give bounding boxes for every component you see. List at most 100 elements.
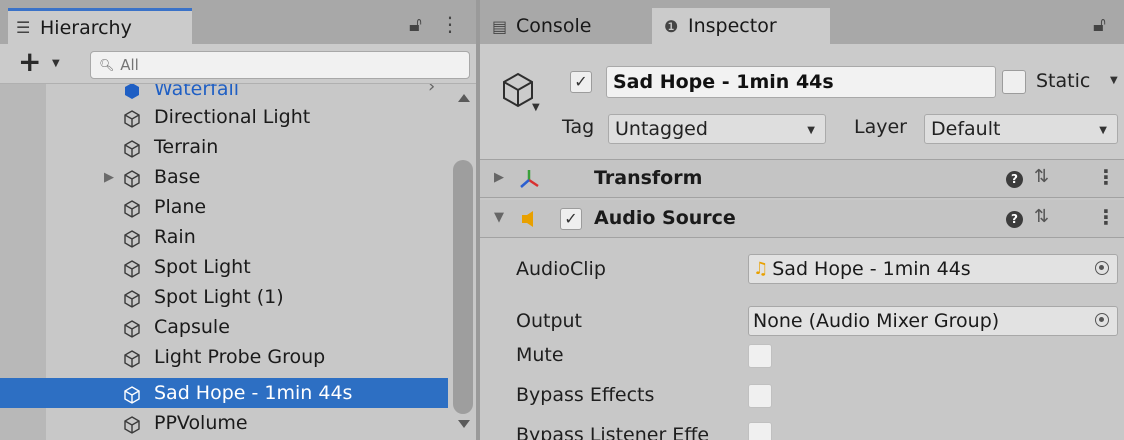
gameobject-cube-icon	[124, 320, 140, 338]
mute-checkbox[interactable]	[748, 344, 772, 368]
layer-label: Layer	[854, 116, 907, 138]
object-picker-icon[interactable]	[1095, 261, 1109, 275]
audioclip-value: Sad Hope - 1min 44s	[772, 258, 971, 280]
console-icon: ▤	[492, 16, 508, 36]
list-item[interactable]: Waterfall ›	[0, 84, 448, 104]
audioclip-field[interactable]: ♫ Sad Hope - 1min 44s	[748, 254, 1118, 284]
tab-inspector-label: Inspector	[688, 15, 777, 37]
list-item-selected[interactable]: Sad Hope - 1min 44s	[0, 378, 448, 408]
inspector-tab-bar: ▤ Console ❶ Inspector 🔓︎	[480, 0, 1124, 44]
list-item[interactable]: PPVolume	[0, 408, 448, 438]
foldout-arrow-icon[interactable]: ▼	[494, 210, 504, 225]
list-item-label: Light Probe Group	[154, 346, 326, 368]
active-checkbox[interactable]: ✓	[570, 71, 592, 93]
kebab-menu-icon[interactable]: ⋮	[1096, 205, 1116, 229]
kebab-menu-icon[interactable]: ⋮	[1096, 165, 1116, 189]
bypass-listener-effects-checkbox[interactable]	[748, 422, 772, 440]
hierarchy-toolbar: + ▼ 🔍︎	[0, 44, 476, 84]
hierarchy-list-icon: ☰	[16, 18, 31, 37]
info-icon: ❶	[664, 16, 679, 36]
hierarchy-list: Waterfall › Directional Light Terrain ▶ …	[0, 84, 448, 440]
scroll-up-arrow-icon[interactable]	[458, 94, 470, 102]
gameobject-cube-icon	[124, 350, 140, 368]
gameobject-cube-icon	[124, 200, 140, 218]
presets-icon[interactable]: ⇅	[1034, 166, 1049, 187]
output-field[interactable]: None (Audio Mixer Group)	[748, 306, 1118, 336]
layer-dropdown[interactable]: Default ▼	[924, 114, 1118, 144]
static-checkbox[interactable]	[1002, 70, 1026, 94]
output-label: Output	[516, 310, 582, 332]
list-item[interactable]: Directional Light	[0, 102, 448, 132]
transform-component-header[interactable]: ▶ Transform ? ⇅ ⋮	[480, 160, 1124, 198]
list-item-label: Plane	[154, 196, 207, 218]
chevron-down-icon[interactable]: ▼	[52, 58, 60, 69]
static-dropdown-arrow-icon[interactable]: ▼	[1110, 75, 1118, 86]
lock-icon[interactable]: 🔓︎	[1093, 12, 1106, 36]
chevron-down-icon: ▼	[1099, 125, 1107, 136]
list-item-label: Capsule	[154, 316, 230, 338]
tag-dropdown-value: Untagged	[615, 118, 708, 140]
gameobject-cube-icon	[124, 230, 140, 248]
tag-label: Tag	[562, 116, 595, 138]
hierarchy-tab-tools: 🔓︎ ⋮	[409, 12, 460, 36]
foldout-arrow-icon[interactable]: ▶	[104, 170, 114, 185]
audio-source-component-header[interactable]: ▼ ✓ Audio Source ? ⇅ ⋮	[480, 200, 1124, 238]
list-item-label: Spot Light	[154, 256, 251, 278]
list-item[interactable]: Capsule	[0, 312, 448, 342]
audio-source-enabled-checkbox[interactable]: ✓	[560, 208, 582, 230]
object-picker-icon[interactable]	[1095, 313, 1109, 327]
bypass-effects-checkbox[interactable]	[748, 384, 772, 408]
search-input[interactable]	[120, 56, 421, 74]
tag-dropdown[interactable]: Untagged ▼	[608, 114, 826, 144]
transform-axes-icon	[520, 170, 539, 188]
gameobject-cube-icon	[124, 170, 140, 188]
list-item[interactable]: ▶ Base	[0, 162, 448, 192]
add-object-button[interactable]: +	[18, 48, 41, 76]
list-item[interactable]: Terrain	[0, 132, 448, 162]
hierarchy-panel: ☰ Hierarchy 🔓︎ ⋮ + ▼ 🔍︎ Waterfall ›	[0, 0, 476, 440]
list-item-label: Base	[154, 166, 201, 188]
kebab-menu-icon[interactable]: ⋮	[440, 12, 460, 36]
gameobject-cube-icon	[124, 386, 140, 404]
hierarchy-tab-bar: ☰ Hierarchy 🔓︎ ⋮	[0, 0, 476, 44]
foldout-arrow-icon[interactable]: ▶	[494, 170, 504, 185]
list-item-label: Sad Hope - 1min 44s	[154, 382, 353, 404]
tab-hierarchy[interactable]: ☰ Hierarchy	[8, 8, 192, 44]
list-item-label: Terrain	[154, 136, 219, 158]
unity-editor: ☰ Hierarchy 🔓︎ ⋮ + ▼ 🔍︎ Waterfall ›	[0, 0, 1124, 440]
object-name-field[interactable]	[606, 66, 996, 98]
help-icon[interactable]: ?	[1006, 211, 1023, 228]
chevron-right-icon[interactable]: ›	[428, 84, 435, 97]
list-item[interactable]: Light Probe Group	[0, 342, 448, 372]
gameobject-cube-icon	[124, 260, 140, 278]
tab-console-label: Console	[516, 15, 592, 37]
tab-inspector[interactable]: ❶ Inspector	[652, 8, 830, 44]
search-icon: 🔍︎	[99, 58, 115, 72]
scrollbar-thumb[interactable]	[453, 160, 473, 414]
presets-icon[interactable]: ⇅	[1034, 206, 1049, 227]
speaker-icon	[522, 211, 533, 227]
scroll-down-arrow-icon[interactable]	[458, 420, 470, 428]
list-item-label: Rain	[154, 226, 196, 248]
list-item[interactable]: Plane	[0, 192, 448, 222]
audioclip-label: AudioClip	[516, 258, 606, 280]
hierarchy-search[interactable]: 🔍︎	[90, 51, 470, 79]
list-item-label: PPVolume	[154, 412, 248, 434]
tab-console[interactable]: ▤ Console	[480, 8, 650, 44]
help-icon[interactable]: ?	[1006, 171, 1023, 188]
gameobject-cube-icon	[124, 110, 140, 128]
list-item[interactable]: Rain	[0, 222, 448, 252]
layer-dropdown-value: Default	[931, 118, 1001, 140]
audio-source-properties: AudioClip ♫ Sad Hope - 1min 44s Output N…	[480, 238, 1124, 440]
prefab-cube-icon	[125, 84, 139, 99]
audio-source-title: Audio Source	[594, 207, 736, 229]
audio-clip-icon: ♫	[753, 259, 769, 279]
list-item[interactable]: Spot Light (1)	[0, 282, 448, 312]
chevron-down-icon[interactable]: ▼	[532, 102, 540, 113]
lock-icon[interactable]: 🔓︎	[409, 12, 422, 36]
gameobject-cube-icon	[124, 140, 140, 158]
gameobject-cube-icon	[124, 416, 140, 434]
list-item-label: Spot Light (1)	[154, 286, 284, 308]
list-item[interactable]: Spot Light	[0, 252, 448, 282]
tab-hierarchy-label: Hierarchy	[40, 16, 132, 39]
